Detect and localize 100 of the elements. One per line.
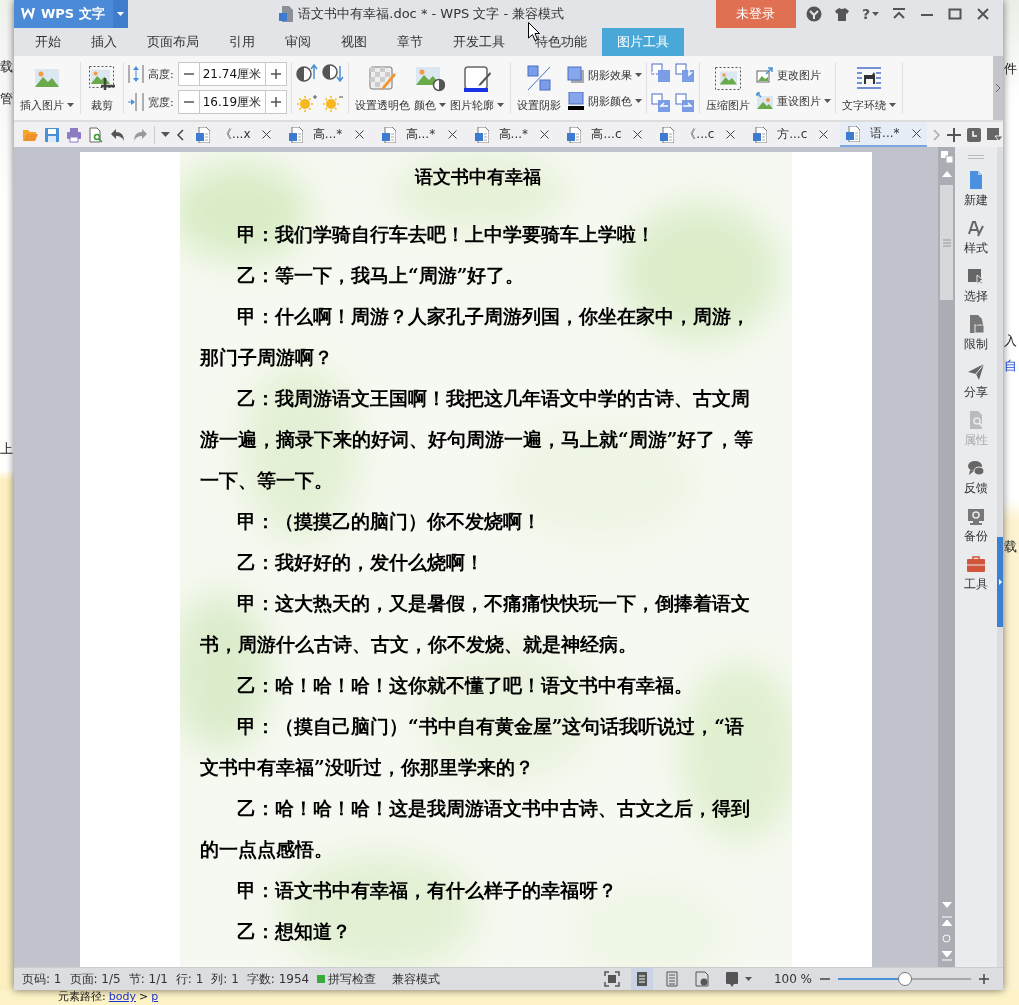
contrast-down-icon[interactable] [321, 63, 344, 83]
document-tab[interactable]: 高...c [561, 122, 649, 147]
shadow-button[interactable]: 设置阴影 [514, 63, 563, 113]
logo-icon [21, 8, 35, 20]
side-panel-item[interactable]: 备份 [964, 507, 988, 545]
picture-icon [755, 92, 774, 110]
compress-picture-button[interactable]: 压缩图片 [703, 63, 752, 113]
close-icon[interactable] [975, 6, 991, 22]
document-tab[interactable]: 《...c [654, 122, 742, 147]
text-fragment: 自 [1004, 357, 1017, 375]
flip-right-icon[interactable] [674, 93, 695, 113]
close-icon[interactable] [354, 130, 364, 139]
slider-thumb[interactable] [897, 972, 912, 986]
menu-tab[interactable]: 视图 [326, 28, 382, 56]
menu-tab[interactable]: 开发工具 [438, 28, 520, 56]
close-icon[interactable] [726, 130, 736, 139]
clock-icon[interactable] [967, 127, 981, 142]
document-tab[interactable]: 方...c [747, 122, 835, 147]
printer-icon[interactable] [66, 126, 82, 143]
document-tab[interactable]: 高...* [282, 122, 370, 147]
path-link[interactable]: p [151, 990, 159, 1004]
spell-check-button[interactable]: 拼写检查 [317, 970, 377, 988]
app-menu-button[interactable]: WPS 文字 [14, 0, 113, 28]
close-icon[interactable] [819, 130, 829, 139]
contrast-up-icon[interactable] [295, 63, 318, 83]
side-panel-item[interactable]: 选择 [964, 267, 988, 305]
pen-icon [967, 219, 985, 237]
document-icon [196, 126, 210, 143]
print-preview-icon[interactable] [88, 126, 104, 143]
insert-picture-button[interactable]: 插入图片 [18, 63, 76, 113]
plus-icon[interactable] [947, 127, 961, 142]
menu-tab[interactable]: 特色功能 [520, 28, 602, 56]
menu-tab[interactable]: 开始 [20, 28, 76, 56]
caret-icon[interactable] [888, 103, 896, 107]
document-tab[interactable]: 高...* [468, 122, 556, 147]
zoom-in-icon[interactable] [979, 974, 989, 984]
handle-icon[interactable] [968, 155, 984, 159]
triangle-icon [998, 579, 1002, 585]
caret-icon[interactable] [823, 99, 831, 103]
document-tab[interactable]: 高...* [375, 122, 463, 147]
color-button[interactable]: 颜色 [411, 63, 448, 113]
chevron-left-icon[interactable] [176, 128, 184, 141]
status-text: 兼容模式 [392, 970, 441, 988]
caret-icon[interactable] [67, 103, 74, 107]
reset-picture-button[interactable]: 重设图片 [755, 92, 831, 110]
document-icon [967, 171, 985, 189]
close-icon[interactable] [633, 130, 643, 139]
circle-icon[interactable] [805, 6, 822, 22]
scrollbar-thumb[interactable] [940, 185, 953, 300]
window-list-icon[interactable] [987, 127, 1003, 142]
side-panel-item[interactable]: 新建 [964, 171, 988, 209]
paragraph: 乙：等一下，我马上“周游”好了。 [236, 264, 526, 288]
caret-icon[interactable] [872, 12, 879, 16]
side-panel-item[interactable]: 样式 [964, 219, 988, 257]
close-icon[interactable] [261, 130, 271, 139]
shadow-effect-button[interactable]: 阴影效果 [566, 66, 642, 84]
shirt-icon[interactable] [833, 6, 850, 22]
change-picture-button[interactable]: 更改图片 [755, 66, 831, 84]
document-icon [567, 126, 582, 143]
paragraph: 甲：什么啊！周游？人家孔子周游列国，你坐在家中，周游，那门子周游啊？ [200, 305, 751, 370]
path-link[interactable]: body [108, 990, 136, 1004]
side-panel-item[interactable]: 限制 [964, 315, 988, 353]
caret-icon[interactable] [496, 103, 504, 107]
flip-left-icon[interactable] [650, 93, 671, 113]
toolbox-icon [967, 555, 985, 573]
document-tab[interactable]: 《...x [190, 122, 277, 147]
menu-tab[interactable]: 页面布局 [132, 28, 214, 56]
document-icon [474, 126, 489, 143]
transparent-color-button[interactable]: 设置透明色 [352, 63, 412, 113]
panel-toggle[interactable] [997, 537, 1003, 627]
help-button[interactable]: ? [861, 6, 879, 22]
crop-button[interactable]: 裁剪 [85, 63, 119, 113]
caret-icon[interactable] [438, 103, 446, 107]
caret-icon [116, 12, 124, 16]
close-icon[interactable] [912, 129, 921, 138]
side-panel-item[interactable]: 分享 [964, 363, 988, 401]
side-panel-item[interactable]: 工具 [964, 555, 988, 593]
view-button[interactable] [630, 968, 653, 990]
web-view-icon [693, 971, 710, 987]
menu-tab[interactable]: 插入 [76, 28, 132, 56]
menu-tab[interactable]: 章节 [382, 28, 438, 56]
caret-icon[interactable] [634, 99, 642, 103]
picture-outline-button[interactable]: 图片轮廓 [447, 63, 506, 113]
maximize-icon[interactable] [947, 6, 963, 22]
save-icon[interactable] [44, 126, 60, 143]
caret-icon[interactable] [161, 132, 170, 137]
shadow-color-button[interactable]: 阴影颜色 [566, 92, 642, 110]
document-tab[interactable]: 语...* [840, 122, 927, 147]
menu-tab[interactable]: 引用 [214, 28, 270, 56]
speech-bubbles-icon [967, 459, 985, 477]
rotate-left-icon[interactable] [650, 63, 671, 83]
menu-tab[interactable]: 审阅 [270, 28, 326, 56]
close-icon[interactable] [447, 130, 457, 139]
close-icon[interactable] [540, 130, 550, 139]
side-panel-item[interactable]: 反馈 [964, 459, 988, 497]
caret-icon[interactable] [744, 977, 752, 981]
text-wrap-button[interactable]: 文字环绕 [839, 63, 898, 113]
rotate-right-icon[interactable] [674, 63, 695, 83]
paragraph: 乙：想知道？ [236, 920, 352, 944]
caret-icon[interactable] [634, 73, 642, 77]
